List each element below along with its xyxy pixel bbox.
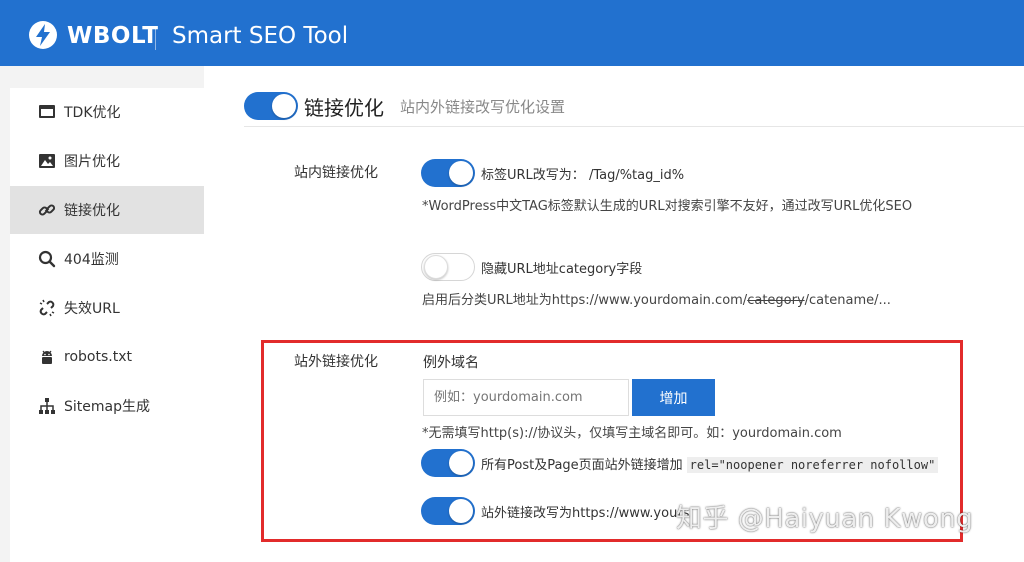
tag-url-toggle[interactable] <box>421 159 475 187</box>
sidebar: TDK优化 图片优化 链接优化 404监测 失效URL robots.txt S… <box>10 88 204 562</box>
page-header: 链接优化 站内外链接改写优化设置 <box>244 90 565 122</box>
external-link-label: 站外链接优化 <box>294 354 378 370</box>
sidebar-item-tdk[interactable]: TDK优化 <box>10 88 204 136</box>
category-option: 隐藏URL地址category字段 <box>421 253 642 281</box>
sidebar-item-robots[interactable]: robots.txt <box>10 333 204 381</box>
sidebar-item-label: 404监测 <box>64 252 119 268</box>
rel-label: 所有Post及Page页面站外链接增加 rel="noopener norefer… <box>481 454 939 473</box>
sidebar-item-label: robots.txt <box>64 349 132 365</box>
sidebar-item-sitemap[interactable]: Sitemap生成 <box>10 382 204 430</box>
lightning-bolt-icon <box>29 21 57 49</box>
sidebar-item-label: TDK优化 <box>64 105 121 121</box>
broken-link-icon <box>39 299 55 317</box>
exclude-domain-label: 例外域名 <box>423 355 479 371</box>
sitemap-icon <box>39 398 55 414</box>
toggle-knob <box>272 94 296 118</box>
link-icon <box>38 204 56 216</box>
sidebar-item-broken-url[interactable]: 失效URL <box>10 284 204 332</box>
product-name: Smart SEO Tool <box>172 23 349 49</box>
monitor-icon <box>39 105 55 118</box>
rewrite-label: 站外链接改写为https://www.yours <box>481 505 690 521</box>
main-panel: 链接优化 站内外链接改写优化设置 站内链接优化 标签URL改写为： /Tag/%… <box>204 66 1024 562</box>
sidebar-item-label: 链接优化 <box>64 203 120 219</box>
watermark: 知乎 @Haiyuan Kwong <box>676 504 974 534</box>
sidebar-item-label: Sitemap生成 <box>64 399 150 415</box>
android-icon <box>42 350 52 364</box>
sidebar-item-label: 失效URL <box>64 301 120 317</box>
category-hint: 启用后分类URL地址为https://www.yourdomain.com/ca… <box>422 289 891 308</box>
rel-label-text: 所有Post及Page页面站外链接增加 <box>481 457 683 473</box>
image-icon <box>39 154 55 168</box>
header-divider <box>244 126 1024 127</box>
add-domain-button[interactable]: 增加 <box>632 379 715 416</box>
category-toggle[interactable] <box>421 253 475 281</box>
sidebar-item-404[interactable]: 404监测 <box>10 235 204 283</box>
module-toggle[interactable] <box>244 92 298 120</box>
toggle-knob <box>449 499 473 523</box>
domain-input-hint: *无需填写http(s)://协议头，仅填写主域名即可。如：yourdomain… <box>422 426 842 441</box>
internal-link-label: 站内链接优化 <box>294 165 378 181</box>
sidebar-item-label: 图片优化 <box>64 154 120 170</box>
category-hint-strike: category <box>747 293 805 308</box>
app-header: WBOLT Smart SEO Tool <box>0 0 1024 66</box>
tag-url-value: /Tag/%tag_id% <box>588 167 685 183</box>
toggle-knob <box>449 161 473 185</box>
sidebar-item-image[interactable]: 图片优化 <box>10 137 204 185</box>
sidebar-item-link[interactable]: 链接优化 <box>10 186 204 234</box>
brand-name: WBOLT <box>67 23 159 49</box>
tag-url-label-text: 标签URL改写为： <box>481 167 585 183</box>
tag-url-hint: *WordPress中文TAG标签默认生成的URL对搜索引擎不友好，通过改写UR… <box>422 199 913 214</box>
rel-code: rel="noopener noreferrer nofollow" <box>686 456 939 473</box>
tag-url-label: 标签URL改写为： /Tag/%tag_id% <box>481 164 684 183</box>
rewrite-toggle[interactable] <box>421 497 475 525</box>
category-label: 隐藏URL地址category字段 <box>481 261 643 277</box>
category-hint-prefix: 启用后分类URL地址为https://www.yourdomain.com/ <box>422 293 748 308</box>
page-subtitle: 站内外链接改写优化设置 <box>400 97 566 116</box>
page-title: 链接优化 <box>304 95 384 120</box>
toggle-knob <box>424 255 448 279</box>
search-icon <box>38 250 56 268</box>
rel-toggle[interactable] <box>421 449 475 477</box>
toggle-knob <box>449 451 473 475</box>
rel-option: 所有Post及Page页面站外链接增加 rel="noopener norefer… <box>421 449 939 477</box>
rewrite-option: 站外链接改写为https://www.yours <box>421 497 689 525</box>
header-divider <box>155 26 156 50</box>
tag-url-option: 标签URL改写为： /Tag/%tag_id% <box>421 159 684 187</box>
exclude-domain-input[interactable] <box>423 379 629 416</box>
category-hint-suffix: /catename/... <box>804 293 891 308</box>
